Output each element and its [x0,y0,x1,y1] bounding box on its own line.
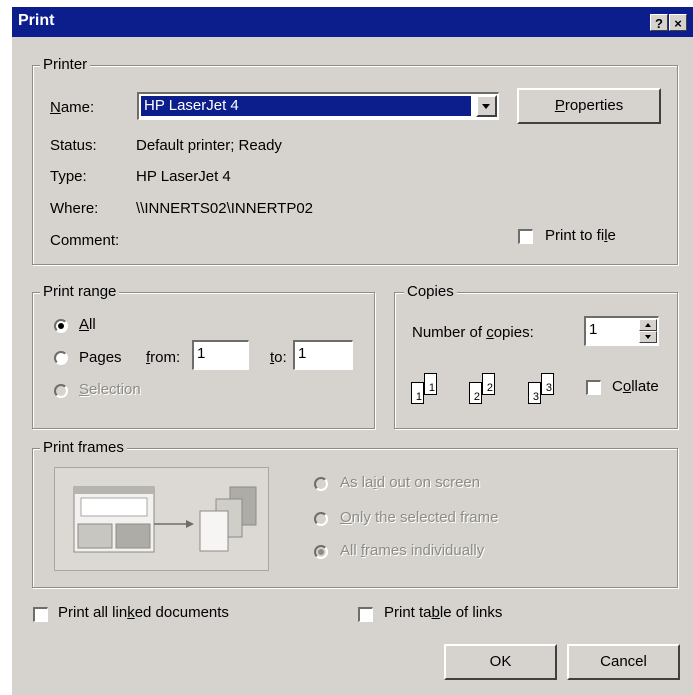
print-range-group-label: Print range [40,283,120,300]
page-number: 1 [415,391,422,403]
spin-up-icon [645,323,651,327]
page-number: 2 [473,391,480,403]
page-number: 3 [532,391,539,403]
page-number: 2 [486,382,493,394]
collate-illustration-icon: 1 1 2 2 3 3 [410,369,578,417]
collate-checkbox[interactable] [586,380,601,395]
properties-button-label: Properties [554,97,624,114]
comment-label: Comment: [50,232,120,249]
print-range-all-radio[interactable] [54,319,68,333]
chevron-down-icon [482,104,490,109]
properties-button[interactable]: Properties [517,88,661,124]
type-label: Type: [50,168,87,185]
frames-individually-radio[interactable] [314,545,328,559]
from-input[interactable]: 1 [192,340,249,370]
dialog-title: Print [18,12,55,29]
cancel-button[interactable]: Cancel [567,644,680,680]
where-value: \\INNERTS02\INNERTP02 [136,200,314,217]
from-label: from: [146,349,181,366]
copies-spinner[interactable]: 1 [584,316,659,346]
print-dialog: Print ? × Printer Name: HP LaserJet 4 Pr… [12,7,693,695]
print-table-of-links-checkbox[interactable] [358,607,373,622]
print-linked-docs-label[interactable]: Print all linked documents [58,604,229,621]
to-label: to: [270,349,287,366]
print-range-pages-label[interactable]: Pages [79,349,122,366]
print-range-selection-label[interactable]: Selection [79,381,141,398]
print-linked-docs-checkbox[interactable] [33,607,48,622]
print-range-all-label[interactable]: All [79,316,96,333]
frames-individually-label[interactable]: All frames individually [340,542,484,559]
spin-down-icon [645,335,651,339]
page-number: 1 [428,382,435,394]
copies-group-label: Copies [404,283,457,300]
help-button[interactable]: ? [650,14,668,31]
print-to-file-label[interactable]: Print to file [545,227,616,244]
collate-label[interactable]: Collate [612,378,659,395]
print-table-of-links-label[interactable]: Print table of links [384,604,502,621]
page-number: 3 [545,382,552,394]
frames-layout-radio[interactable] [314,477,328,491]
dropdown-arrow-button[interactable] [476,95,497,117]
printer-group-label: Printer [40,56,91,73]
print-to-file-checkbox[interactable] [518,229,533,244]
printer-name-select[interactable]: HP LaserJet 4 [137,92,499,120]
number-of-copies-label: Number of copies: [412,324,534,341]
frames-preview-icon [54,467,269,571]
frames-layout-label[interactable]: As laid out on screen [340,474,480,491]
spin-up-button[interactable] [639,319,657,331]
status-label: Status: [50,137,97,154]
where-label: Where: [50,200,99,217]
copies-value: 1 [589,321,598,338]
printer-name-value: HP LaserJet 4 [144,97,239,114]
type-value: HP LaserJet 4 [136,168,231,185]
print-range-selection-radio[interactable] [54,384,68,398]
frames-illustration [54,467,269,571]
to-input[interactable]: 1 [293,340,353,370]
title-bar: Print ? × [12,7,693,37]
status-value: Default printer; Ready [136,137,282,154]
frames-selected-label[interactable]: Only the selected frame [340,509,498,526]
print-frames-group-label: Print frames [40,439,127,456]
ok-button[interactable]: OK [444,644,557,680]
print-range-pages-radio[interactable] [54,351,68,365]
close-button[interactable]: × [669,14,687,31]
frames-selected-radio[interactable] [314,512,328,526]
spin-down-button[interactable] [639,331,657,343]
name-label: Name: [50,99,95,116]
